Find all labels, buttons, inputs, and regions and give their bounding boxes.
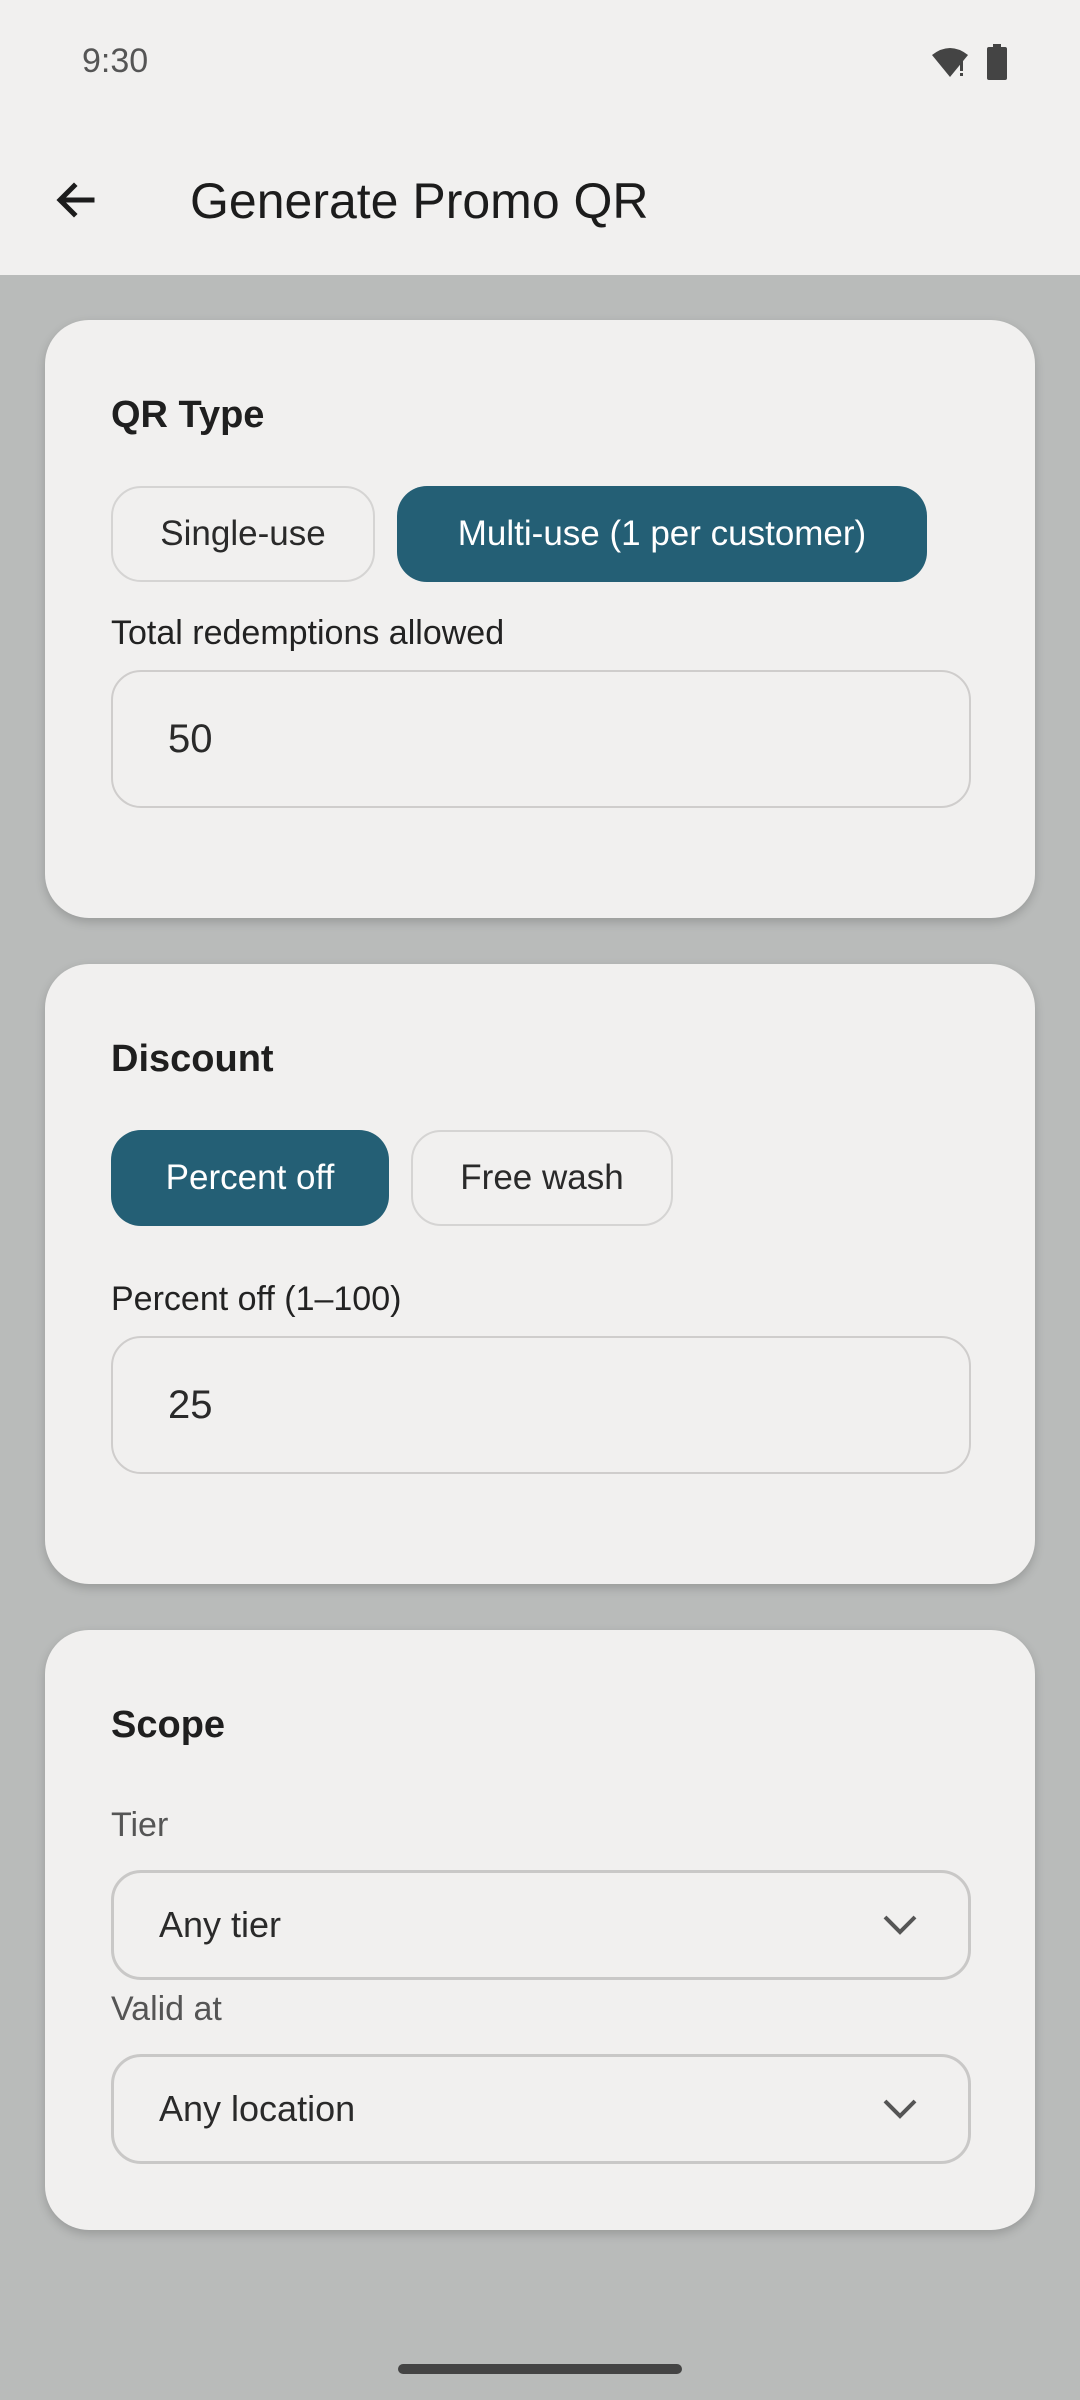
redemptions-input[interactable]: 50	[111, 670, 971, 808]
scope-card: Scope Tier Any tier Valid at Any locatio…	[45, 1630, 1035, 2230]
redemptions-label: Total redemptions allowed	[111, 614, 505, 652]
chip-label: Free wash	[460, 1158, 624, 1197]
tier-label: Tier	[111, 1806, 169, 1844]
discount-card: Discount Percent off Free wash Percent o…	[45, 964, 1035, 1584]
back-button[interactable]	[40, 164, 112, 236]
wifi-icon	[930, 45, 970, 84]
qr-type-card: QR Type Single-use Multi-use (1 per cust…	[45, 320, 1035, 918]
qr-type-title: QR Type	[111, 394, 265, 436]
tier-value: Any tier	[159, 1904, 282, 1945]
status-bar: 9:30	[0, 0, 1080, 128]
valid-at-dropdown[interactable]: Any location	[111, 2054, 971, 2164]
battery-icon	[986, 44, 1008, 85]
page-title: Generate Promo QR	[190, 173, 649, 229]
single-use-chip[interactable]: Single-use	[111, 486, 375, 582]
percent-off-chip[interactable]: Percent off	[111, 1130, 389, 1226]
percent-off-label: Percent off (1–100)	[111, 1280, 402, 1318]
chevron-down-icon	[883, 2099, 917, 2119]
tier-dropdown[interactable]: Any tier	[111, 1870, 971, 1980]
redemptions-value: 50	[168, 716, 213, 761]
app-bar: Generate Promo QR	[0, 128, 1080, 275]
status-time: 9:30	[82, 42, 149, 80]
valid-at-label: Valid at	[111, 1990, 222, 2028]
free-wash-chip[interactable]: Free wash	[411, 1130, 673, 1226]
valid-at-value: Any location	[159, 2088, 356, 2129]
home-indicator[interactable]	[398, 2364, 682, 2374]
multi-use-chip[interactable]: Multi-use (1 per customer)	[397, 486, 927, 582]
chip-label: Multi-use (1 per customer)	[457, 514, 867, 553]
scope-title: Scope	[111, 1704, 226, 1746]
discount-title: Discount	[111, 1038, 274, 1080]
arrow-left-icon	[56, 182, 95, 218]
chip-label: Single-use	[160, 514, 326, 553]
chip-label: Percent off	[165, 1158, 335, 1197]
status-icons	[930, 44, 1008, 85]
percent-off-input[interactable]: 25	[111, 1336, 971, 1474]
percent-off-value: 25	[168, 1382, 213, 1427]
chevron-down-icon	[883, 1915, 917, 1935]
